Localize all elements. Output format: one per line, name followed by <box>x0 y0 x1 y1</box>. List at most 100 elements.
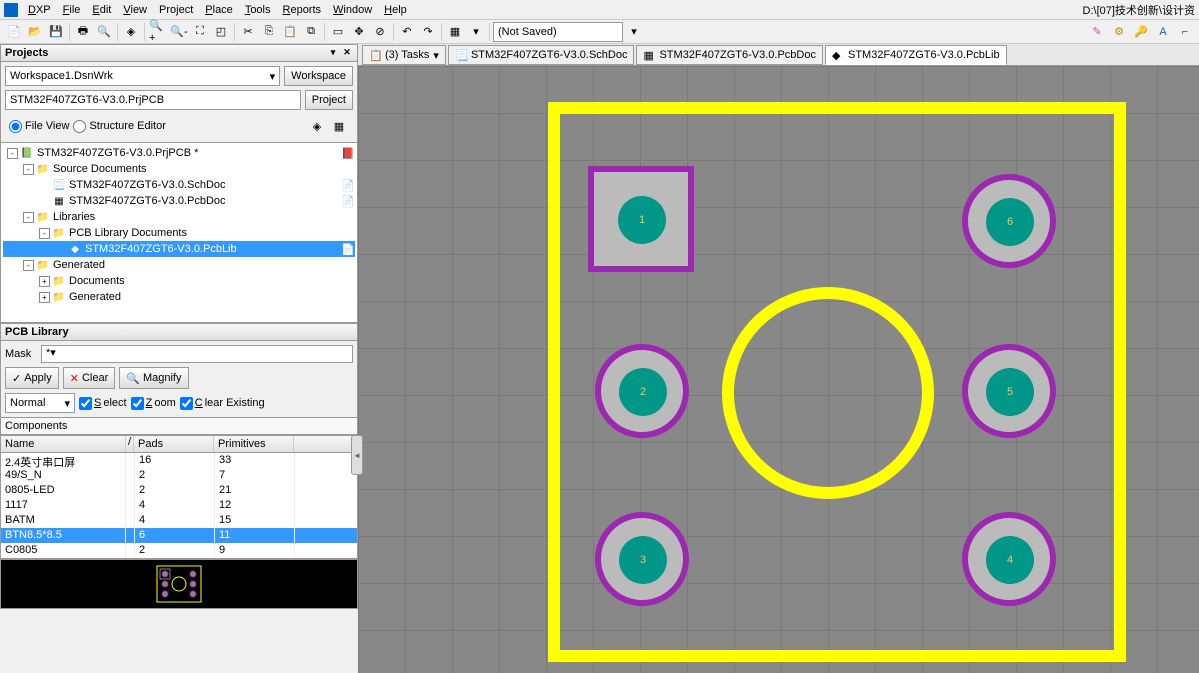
tree-item[interactable]: -📁Source Documents <box>3 161 355 177</box>
apply-btn[interactable]: ✓ Apply <box>5 367 59 389</box>
pad-6[interactable]: 6 <box>962 174 1056 268</box>
snap-drop[interactable]: ▾ <box>624 22 644 42</box>
deselect-btn[interactable]: ⊘ <box>370 22 390 42</box>
component-row[interactable]: 49/S_N27 <box>1 468 357 483</box>
zoom-chk[interactable]: Zoom <box>131 397 176 410</box>
document-tab[interactable]: ◆STM32F407ZGT6-V3.0.PcbLib <box>825 45 1007 65</box>
magnify-btn[interactable]: 🔍 Magnify <box>119 367 188 389</box>
zoom-fit-btn[interactable]: ⛶ <box>190 22 210 42</box>
proj-opt1-btn[interactable]: ◈ <box>307 116 327 136</box>
menu-window[interactable]: Window <box>327 2 378 18</box>
tree-item[interactable]: ▦STM32F407ZGT6-V3.0.PcbDoc📄 <box>3 193 355 209</box>
select-chk[interactable]: Select <box>79 397 127 410</box>
menu-project[interactable]: Project <box>153 2 199 18</box>
new-btn[interactable]: 📄 <box>4 22 24 42</box>
tree-item[interactable]: +📁Generated <box>3 289 355 305</box>
grid-btn[interactable]: ▦ <box>445 22 465 42</box>
tree-item[interactable]: ◆STM32F407ZGT6-V3.0.PcbLib📄 <box>3 241 355 257</box>
tree-expand-icon[interactable]: - <box>23 164 34 175</box>
pad-3[interactable]: 3 <box>595 512 689 606</box>
dup-btn[interactable]: ⧉ <box>301 22 321 42</box>
menu-view[interactable]: View <box>117 2 153 18</box>
zoom-in-btn[interactable]: 🔍+ <box>148 22 168 42</box>
document-tab[interactable]: 📋(3) Tasks ▾ <box>362 45 446 65</box>
tree-item[interactable]: +📁Documents <box>3 273 355 289</box>
tree-item[interactable]: 📃STM32F407ZGT6-V3.0.SchDoc📄 <box>3 177 355 193</box>
pcb-canvas[interactable]: 1 2 3 6 5 4 <box>358 66 1199 673</box>
mask-input[interactable]: *▾ <box>41 345 353 363</box>
tree-expand-icon[interactable]: - <box>7 148 18 159</box>
tree-expand-icon[interactable]: - <box>23 212 34 223</box>
tree-item[interactable]: -📗STM32F407ZGT6-V3.0.PrjPCB *📕 <box>3 145 355 161</box>
component-row[interactable]: 2.4英寸串口屏1633 <box>1 453 357 468</box>
menu-edit[interactable]: Edit <box>86 2 117 18</box>
paste-btn[interactable]: 📋 <box>280 22 300 42</box>
tree-item[interactable]: -📁PCB Library Documents <box>3 225 355 241</box>
project-tree[interactable]: -📗STM32F407ZGT6-V3.0.PrjPCB *📕-📁Source D… <box>0 143 358 323</box>
component-row[interactable]: 1117412 <box>1 498 357 513</box>
tool-4[interactable]: A <box>1153 22 1173 42</box>
tree-item[interactable]: -📁Libraries <box>3 209 355 225</box>
select-rect-btn[interactable]: ▭ <box>328 22 348 42</box>
clear-btn[interactable]: ✕ Clear <box>63 367 116 389</box>
clear-existing-chk[interactable]: Clear Existing <box>180 397 265 410</box>
preview-btn[interactable]: 🔍 <box>94 22 114 42</box>
component-row[interactable]: BATM415 <box>1 513 357 528</box>
pad-1[interactable]: 1 <box>588 166 694 272</box>
copy-btn[interactable]: ⎘ <box>259 22 279 42</box>
menu-dxp[interactable]: DXP <box>22 2 57 18</box>
print-btn[interactable]: 🖶 <box>73 22 93 42</box>
tree-item[interactable]: -📁Generated <box>3 257 355 273</box>
component-row[interactable]: BTN8.5*8.5611 <box>1 528 357 543</box>
tree-expand-icon[interactable]: + <box>39 276 50 287</box>
project-btn[interactable]: Project <box>305 90 353 110</box>
col-prim[interactable]: Primitives <box>214 436 294 452</box>
tree-type-icon: 📁 <box>52 291 66 303</box>
tab-dropdown-icon[interactable]: ▾ <box>433 49 439 62</box>
col-pads[interactable]: Pads <box>134 436 214 452</box>
col-name[interactable]: Name <box>1 436 126 452</box>
zoom-sel-btn[interactable]: ◰ <box>211 22 231 42</box>
workspace-btn[interactable]: Workspace <box>284 66 353 86</box>
menu-reports[interactable]: Reports <box>277 2 328 18</box>
mode-combo[interactable]: Normal▾ <box>5 393 75 413</box>
redo-btn[interactable]: ↷ <box>418 22 438 42</box>
tool-5[interactable]: ⌐ <box>1175 22 1195 42</box>
document-tab[interactable]: ▦STM32F407ZGT6-V3.0.PcbDoc <box>636 45 823 65</box>
grid-drop[interactable]: ▾ <box>466 22 486 42</box>
panel-resize-handle[interactable] <box>351 435 363 475</box>
tree-expand-icon[interactable]: - <box>23 260 34 271</box>
menu-place[interactable]: Place <box>199 2 239 18</box>
tree-expand-icon[interactable]: + <box>39 292 50 303</box>
component-row[interactable]: 0805-LED221 <box>1 483 357 498</box>
proj-opt2-btn[interactable]: ▦ <box>329 116 349 136</box>
project-combo[interactable]: STM32F407ZGT6-V3.0.PrjPCB <box>5 90 301 110</box>
panel-close-icon[interactable]: ✕ <box>341 47 353 59</box>
components-grid[interactable]: 2.4英寸串口屏163349/S_N270805-LED2211117412BA… <box>0 453 358 559</box>
workspace-combo[interactable]: Workspace1.DsnWrk ▾ <box>5 66 280 86</box>
tool-1[interactable]: ✎ <box>1087 22 1107 42</box>
snap-combo[interactable]: (Not Saved) <box>493 22 623 42</box>
zoom-out-btn[interactable]: 🔍- <box>169 22 189 42</box>
undo-btn[interactable]: ↶ <box>397 22 417 42</box>
tool-2[interactable]: ⚙ <box>1109 22 1129 42</box>
layers-btn[interactable]: ◈ <box>121 22 141 42</box>
pad-2[interactable]: 2 <box>595 344 689 438</box>
pad-4[interactable]: 4 <box>962 512 1056 606</box>
panel-pin-icon[interactable]: ▾ <box>327 47 339 59</box>
menu-help[interactable]: Help <box>378 2 413 18</box>
menu-tools[interactable]: Tools <box>239 2 277 18</box>
open-btn[interactable]: 📂 <box>25 22 45 42</box>
tree-expand-icon[interactable]: - <box>39 228 50 239</box>
tool-3[interactable]: 🔑 <box>1131 22 1151 42</box>
file-view-radio[interactable]: File View <box>9 120 69 133</box>
structure-editor-radio[interactable]: Structure Editor <box>73 120 165 133</box>
move-btn[interactable]: ✥ <box>349 22 369 42</box>
pad-5[interactable]: 5 <box>962 344 1056 438</box>
component-row[interactable]: C080529 <box>1 543 357 558</box>
menu-file[interactable]: File <box>57 2 87 18</box>
document-tab[interactable]: 📃STM32F407ZGT6-V3.0.SchDoc <box>448 45 635 65</box>
cut-btn[interactable]: ✂ <box>238 22 258 42</box>
col-sort[interactable]: / <box>126 436 134 452</box>
save-btn[interactable]: 💾 <box>46 22 66 42</box>
